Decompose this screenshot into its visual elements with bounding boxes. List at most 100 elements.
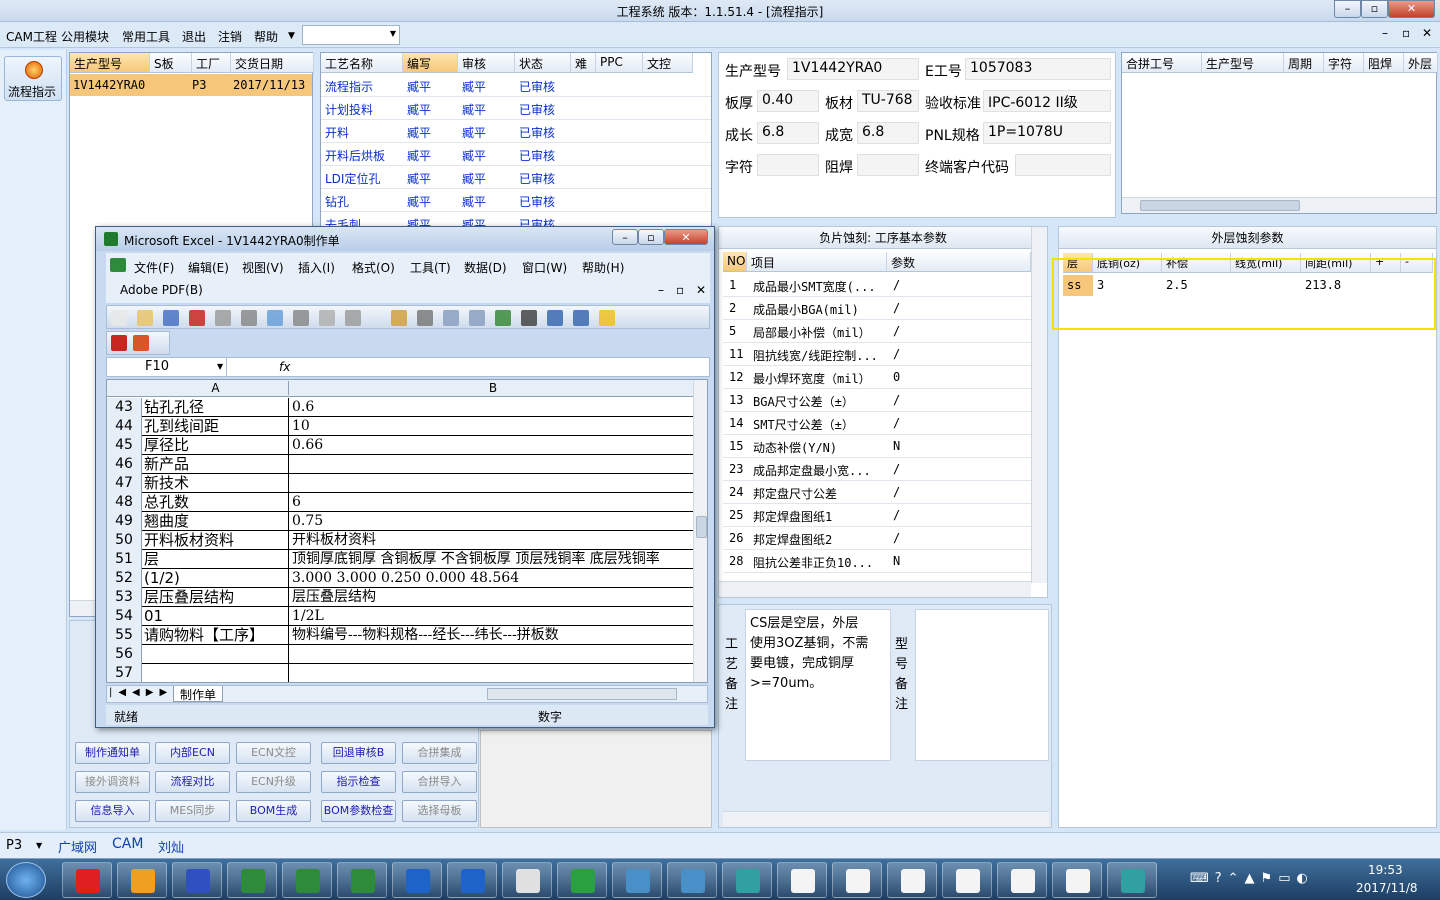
etch-header-param[interactable]: 参数 xyxy=(887,252,1031,272)
toolbar-icon-12[interactable] xyxy=(443,310,459,326)
excel-close[interactable]: ✕ xyxy=(664,229,708,245)
taskbar-app-10[interactable] xyxy=(612,862,662,898)
excel-menu-6[interactable]: 数据(D) xyxy=(464,259,507,276)
sheet-nav-icons[interactable]: |◀◀▶▶| xyxy=(109,687,183,698)
action-button-11[interactable]: MES同步 xyxy=(155,800,230,822)
merge-header-model[interactable]: 生产型号 xyxy=(1202,53,1284,73)
tray-icons[interactable]: ⌨?⌃▲⚑▭◐ xyxy=(1190,871,1314,886)
taskbar-app-12[interactable] xyxy=(722,862,772,898)
start-button[interactable] xyxy=(6,862,46,898)
toolbar-icon-8[interactable] xyxy=(319,310,335,326)
sheet-row[interactable]: 49 翘曲度 0.75 xyxy=(107,512,695,531)
customer-field[interactable] xyxy=(1015,154,1111,176)
toolbar-icon-10[interactable] xyxy=(391,310,407,326)
process-header-ppc[interactable]: PPC xyxy=(596,53,643,73)
fx-icon[interactable]: fx xyxy=(279,360,290,374)
table-row[interactable]: 26 邦定焊盘图纸2/ xyxy=(723,527,1031,550)
sheet-row[interactable]: 50 开料板材资料 开料板材资料 xyxy=(107,531,695,550)
toolbar-icon-17[interactable] xyxy=(573,310,589,326)
menu-logout[interactable]: 注销 xyxy=(218,28,242,45)
thickness-field[interactable]: 0.40 xyxy=(757,90,819,112)
table-row[interactable]: 开料 臧平 臧平 已审核 xyxy=(321,120,711,143)
excel-menu-4[interactable]: 格式(O) xyxy=(352,259,395,276)
toolbar-icon-6[interactable] xyxy=(267,310,283,326)
etch-header-item[interactable]: 项目 xyxy=(747,252,887,272)
sheet-row[interactable]: 55 请购物料【工序】 物料编号---物料规格---经长---纬长---拼板数 xyxy=(107,626,695,645)
orders-header-date[interactable]: 交货日期 xyxy=(231,53,314,73)
table-row[interactable]: 28 阻抗公差非正负10... N xyxy=(723,550,1031,573)
action-button-9[interactable]: 合拼导入 xyxy=(402,771,477,793)
taskbar-app-7[interactable] xyxy=(447,862,497,898)
action-button-4[interactable]: 合拼集成 xyxy=(402,742,477,764)
action-button-8[interactable]: 指示检查 xyxy=(321,771,396,793)
close-button[interactable]: ✕ xyxy=(1388,0,1435,18)
model-remark-text[interactable] xyxy=(915,609,1049,761)
excel-menu-3[interactable]: 插入(I) xyxy=(298,259,335,276)
table-row[interactable]: 11 阻抗线宽/线距控制... / xyxy=(723,343,1031,366)
orders-header-factory[interactable]: 工厂 xyxy=(192,53,231,73)
excel-menu-7[interactable]: 窗口(W) xyxy=(522,259,567,276)
toolbar-icon-1[interactable] xyxy=(137,310,153,326)
merge-hscroll[interactable] xyxy=(1122,197,1436,213)
toolbar-icon-7[interactable] xyxy=(293,310,309,326)
table-row[interactable]: LDI定位孔 臧平 臧平 已审核 xyxy=(321,166,711,189)
taskbar-app-8[interactable] xyxy=(502,862,552,898)
merge-header-char[interactable]: 字符 xyxy=(1324,53,1364,73)
taskbar-app-3[interactable] xyxy=(227,862,277,898)
action-button-5[interactable]: 接外调资料 xyxy=(75,771,150,793)
mdi-close-icon[interactable]: ✕ xyxy=(1422,26,1432,40)
factory-status[interactable]: P3 xyxy=(6,838,22,853)
maximize-button[interactable]: ▫ xyxy=(1361,0,1388,18)
excel-menu-1[interactable]: 编辑(E) xyxy=(188,259,229,276)
taskbar-app-16[interactable] xyxy=(942,862,992,898)
mdi-restore-icon[interactable]: ▫ xyxy=(1402,26,1410,40)
merge-header-cycle[interactable]: 周期 xyxy=(1284,53,1324,73)
action-button-0[interactable]: 制作通知单 xyxy=(75,742,150,764)
column-a-header[interactable]: A xyxy=(143,381,289,395)
mask-field[interactable] xyxy=(857,154,919,176)
sheet-row[interactable]: 45 厚径比 0.66 xyxy=(107,436,695,455)
table-row[interactable]: 25 邦定焊盘图纸1/ xyxy=(723,504,1031,527)
char-field[interactable] xyxy=(757,154,819,176)
pnl-field[interactable]: 1P=1078U xyxy=(983,122,1111,144)
chevron-down-icon[interactable]: ▼ xyxy=(217,362,223,371)
minimize-button[interactable]: – xyxy=(1334,0,1361,18)
taskbar-app-0[interactable] xyxy=(62,862,112,898)
sheet-row[interactable]: 44 孔到线间距 10 xyxy=(107,417,695,436)
length-field[interactable]: 6.8 xyxy=(757,122,819,144)
table-row[interactable]: 13 BGA尺寸公差（±） / xyxy=(723,389,1031,412)
toolbar-icon-11[interactable] xyxy=(417,310,433,326)
taskbar-app-6[interactable] xyxy=(392,862,442,898)
flow-indicator-button[interactable]: 流程指示 xyxy=(4,56,62,101)
process-header-doc[interactable]: 文控 xyxy=(643,53,693,73)
action-button-3[interactable]: 回退审核B xyxy=(321,742,396,764)
table-row[interactable]: 计划投料 臧平 臧平 已审核 xyxy=(321,97,711,120)
sheet-row[interactable]: 47 新技术 xyxy=(107,474,695,493)
table-row[interactable]: 流程指示 臧平 臧平 已审核 xyxy=(321,74,711,97)
taskbar-app-14[interactable] xyxy=(832,862,882,898)
excel-inner-minimize[interactable]: – xyxy=(658,283,664,297)
toolbar-icon-4[interactable] xyxy=(215,310,231,326)
toolbar-icon-5[interactable] xyxy=(241,310,257,326)
excel-inner-restore[interactable]: ▫ xyxy=(676,283,684,297)
sheet-row[interactable]: 48 总孔数 6 xyxy=(107,493,695,512)
name-box[interactable]: F10 xyxy=(107,358,227,376)
process-header-name[interactable]: 工艺名称 xyxy=(321,53,403,73)
menu-tools[interactable]: 常用工具 xyxy=(122,28,170,45)
merge-header-mask[interactable]: 阻焊 xyxy=(1364,53,1404,73)
action-button-2[interactable]: ECN文控 xyxy=(236,742,311,764)
taskbar-app-19[interactable] xyxy=(1107,862,1157,898)
orders-header-sboard[interactable]: S板 xyxy=(150,53,192,73)
action-button-7[interactable]: ECN升级 xyxy=(236,771,311,793)
orders-header-model[interactable]: 生产型号 xyxy=(70,53,150,73)
model-field[interactable]: 1V1442YRA0 xyxy=(787,58,919,80)
taskbar-app-17[interactable] xyxy=(997,862,1047,898)
excel-inner-close[interactable]: ✕ xyxy=(696,283,706,297)
action-button-1[interactable]: 内部ECN xyxy=(155,742,230,764)
etch-vscroll[interactable] xyxy=(1031,227,1047,583)
table-row[interactable]: 15 动态补偿(Y/N) N xyxy=(723,435,1031,458)
action-button-6[interactable]: 流程对比 xyxy=(155,771,230,793)
table-row[interactable]: 钻孔 臧平 臧平 已审核 xyxy=(321,189,711,212)
sheet-hscroll[interactable] xyxy=(487,688,677,700)
taskbar-app-11[interactable] xyxy=(667,862,717,898)
